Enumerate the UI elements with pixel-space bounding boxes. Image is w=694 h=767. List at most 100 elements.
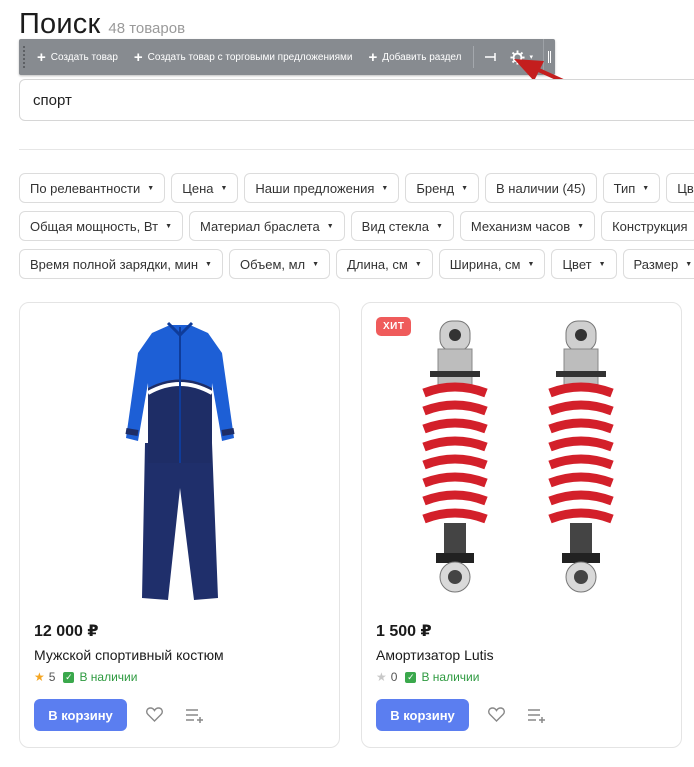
admin-toolbar: + Создать товар + Создать товар с торгов… xyxy=(19,39,555,75)
search-input-value: спорт xyxy=(33,91,72,109)
filter-row-1: По релевантности ▼ Цена ▼ Наши предложения… xyxy=(19,173,694,203)
product-card[interactable]: ХИТ 1 500 ₽ Амортизатор Lutis ★ 0 ✓ В на… xyxy=(361,302,682,748)
pin-button[interactable] xyxy=(478,39,504,75)
page-header: Поиск 48 товаров xyxy=(19,8,185,41)
create-product-label: Создать товар xyxy=(50,51,118,63)
product-meta: ★ 0 ✓ В наличии xyxy=(376,670,479,684)
shock-absorber-image xyxy=(421,320,614,593)
filter-length[interactable]: Длина, см ▼ xyxy=(336,249,433,279)
plus-icon: + xyxy=(368,48,378,66)
caret-down-icon: ▼ xyxy=(312,260,320,268)
product-name[interactable]: Амортизатор Lutis xyxy=(376,647,494,663)
filter-color-truncated[interactable]: Цв xyxy=(666,173,694,203)
caret-down-icon: ▼ xyxy=(414,260,422,268)
add-section-button[interactable]: + Добавить раздел xyxy=(360,39,469,75)
caret-down-icon: ▼ xyxy=(577,222,585,230)
caret-down-icon: ▼ xyxy=(326,222,334,230)
caret-down-icon: ▼ xyxy=(527,260,535,268)
caret-down-icon: ▼ xyxy=(642,184,650,192)
stock-status: В наличии xyxy=(79,670,138,684)
sort-relevance-dropdown[interactable]: По релевантности ▼ xyxy=(19,173,166,203)
filter-glass-type[interactable]: Вид стекла ▼ xyxy=(350,211,454,241)
results-count: 48 товаров xyxy=(108,20,186,37)
tracksuit-image xyxy=(125,321,234,600)
caret-down-icon: ▼ xyxy=(165,222,172,230)
create-product-button[interactable]: + Создать товар xyxy=(29,39,126,75)
pin-icon xyxy=(485,53,497,61)
hit-badge: ХИТ xyxy=(376,317,412,336)
product-meta: ★ 5 ✓ В наличии xyxy=(34,670,137,684)
chip-label: Механизм часов xyxy=(470,218,571,234)
filter-color[interactable]: Цвет ▼ xyxy=(551,249,617,279)
product-price: 1 500 ₽ xyxy=(376,623,432,640)
filter-row-2: Общая мощность, Вт ▼ Материал браслета ▼ В… xyxy=(19,211,694,241)
product-name[interactable]: Мужской спортивный костюм xyxy=(34,647,224,663)
search-input[interactable]: спорт xyxy=(19,79,694,121)
chip-label: Размер xyxy=(633,256,679,272)
chip-label: Ширина, см xyxy=(449,256,521,272)
heart-icon[interactable] xyxy=(146,707,163,722)
star-icon: ★ xyxy=(34,670,45,684)
check-icon: ✓ xyxy=(63,671,75,683)
toolbar-divider xyxy=(473,46,475,68)
stock-status: В наличии xyxy=(421,670,480,684)
create-product-with-offers-label: Создать товар с торговыми предложениями xyxy=(147,51,353,63)
plus-icon: + xyxy=(133,48,143,66)
chip-label: Объем, мл xyxy=(239,256,306,272)
chip-label: Время полной зарядки, мин xyxy=(30,256,199,272)
add-to-cart-button[interactable]: В корзину xyxy=(376,699,469,731)
filter-construction[interactable]: Конструкция xyxy=(601,211,694,241)
filter-total-power[interactable]: Общая мощность, Вт ▼ xyxy=(19,211,183,241)
chip-label: По релевантности xyxy=(30,180,141,196)
filter-our-offers[interactable]: Наши предложения ▼ xyxy=(244,173,400,203)
chip-label: Тип xyxy=(613,180,636,196)
chip-label: Наши предложения xyxy=(255,180,375,196)
filter-type[interactable]: Тип ▼ xyxy=(602,173,661,203)
drag-handle[interactable] xyxy=(19,39,29,75)
caret-down-icon: ▼ xyxy=(147,184,155,192)
product-image[interactable] xyxy=(20,313,339,613)
caret-down-icon: ▼ xyxy=(685,260,693,268)
product-image[interactable] xyxy=(362,313,681,613)
chip-label: Конструкция xyxy=(612,218,688,234)
caret-down-icon: ▼ xyxy=(461,184,469,192)
create-product-with-offers-button[interactable]: + Создать товар с торговыми предложениям… xyxy=(126,39,361,75)
caret-down-icon: ▼ xyxy=(381,184,389,192)
add-section-label: Добавить раздел xyxy=(382,51,462,63)
filter-in-stock[interactable]: В наличии (45) xyxy=(485,173,597,203)
add-to-cart-button[interactable]: В корзину xyxy=(34,699,127,731)
star-icon: ★ xyxy=(376,670,387,684)
check-icon: ✓ xyxy=(405,671,417,683)
filter-full-charge-time[interactable]: Время полной зарядки, мин ▼ xyxy=(19,249,223,279)
chip-label: Цена xyxy=(182,180,214,196)
chip-label: Цвет xyxy=(562,256,592,272)
caret-down-icon: ▼ xyxy=(435,222,443,230)
product-rating: 5 xyxy=(48,670,56,684)
chip-label: Общая мощность, Вт xyxy=(30,218,159,234)
filter-row-3: Время полной зарядки, мин ▼ Объем, мл ▼ Дл… xyxy=(19,249,694,279)
compare-icon[interactable] xyxy=(527,708,547,724)
chip-label: Бренд xyxy=(416,180,455,196)
filter-size[interactable]: Размер ▼ xyxy=(622,249,694,279)
divider xyxy=(19,149,694,150)
product-card[interactable]: 12 000 ₽ Мужской спортивный костюм ★ 5 ✓… xyxy=(19,302,340,748)
caret-down-icon: ▼ xyxy=(220,184,228,192)
product-rating: 0 xyxy=(390,670,398,684)
filter-bracelet-material[interactable]: Материал браслета ▼ xyxy=(189,211,345,241)
caret-down-icon: ▼ xyxy=(598,260,606,268)
caret-down-icon: ▼ xyxy=(205,260,212,268)
chip-label: Длина, см xyxy=(347,256,408,272)
plus-icon: + xyxy=(37,48,46,66)
page-title: Поиск xyxy=(19,8,101,40)
filter-watch-mechanism[interactable]: Механизм часов ▼ xyxy=(459,211,596,241)
heart-icon[interactable] xyxy=(488,707,505,722)
product-price: 12 000 ₽ xyxy=(34,623,99,640)
compare-icon[interactable] xyxy=(185,708,205,724)
chip-label: Цв xyxy=(677,180,694,196)
filter-brand[interactable]: Бренд ▼ xyxy=(405,173,480,203)
chip-label: Материал браслета xyxy=(200,218,320,234)
filter-price[interactable]: Цена ▼ xyxy=(171,173,239,203)
filter-volume[interactable]: Объем, мл ▼ xyxy=(228,249,331,279)
chip-label: В наличии (45) xyxy=(496,180,586,196)
filter-width[interactable]: Ширина, см ▼ xyxy=(438,249,546,279)
